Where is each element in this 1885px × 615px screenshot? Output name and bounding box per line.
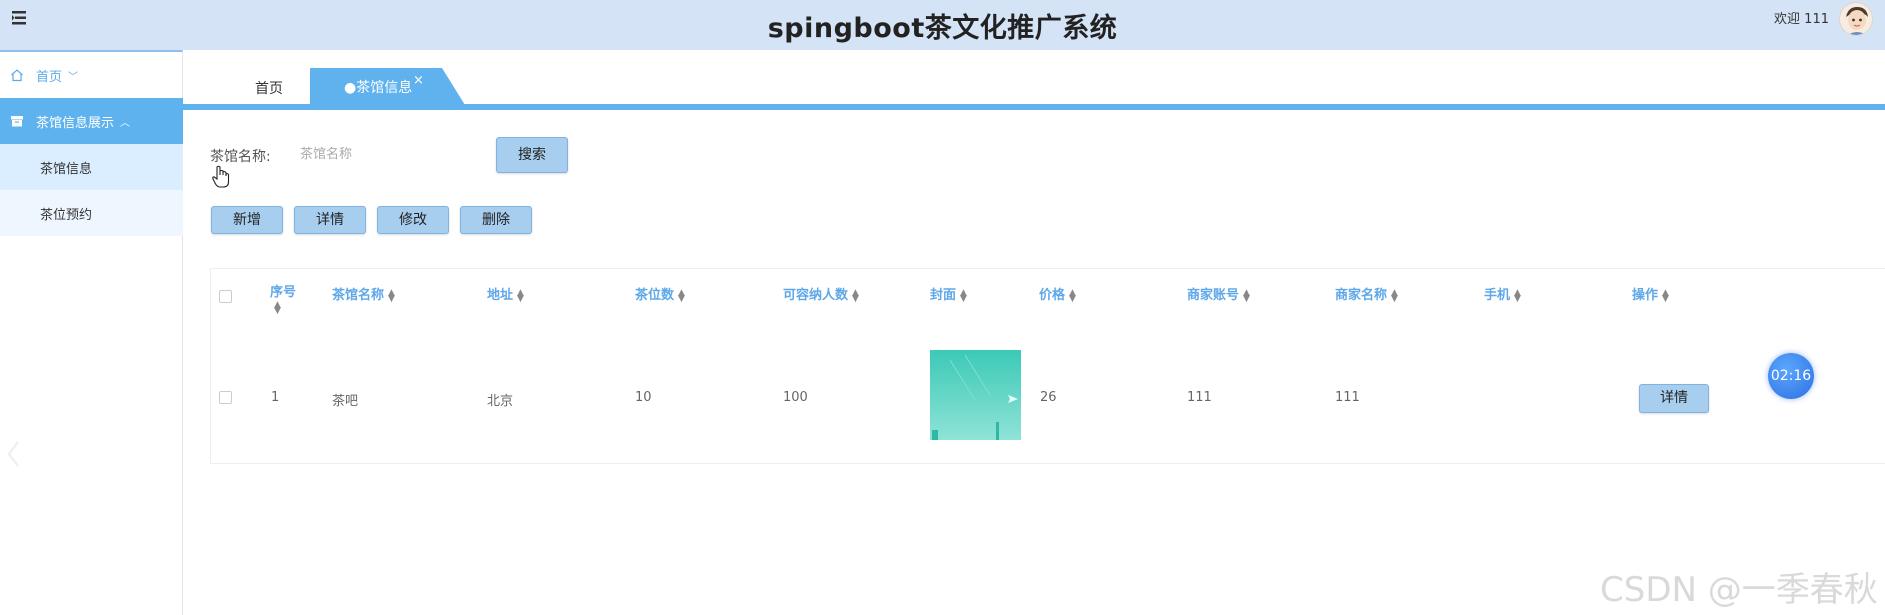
sidebar-item-label: 茶位预约 bbox=[40, 207, 93, 223]
column-header-price[interactable]: 价格 ▲ ▼ bbox=[1039, 284, 1076, 303]
sort-icon[interactable]: ▲ ▼ bbox=[1514, 288, 1521, 303]
column-header-cover[interactable]: 封面 ▲ ▼ bbox=[930, 284, 967, 303]
avatar[interactable] bbox=[1839, 2, 1873, 36]
column-header-merchant-name[interactable]: 商家名称 ▲ ▼ bbox=[1335, 284, 1398, 303]
select-all-checkbox[interactable] bbox=[219, 290, 232, 303]
cell-address: 北京 bbox=[487, 394, 514, 409]
cell-merchant-account: 111 bbox=[1187, 390, 1212, 405]
edit-button[interactable]: 修改 bbox=[377, 206, 449, 234]
column-header-index[interactable]: 序号 ▲ ▼ bbox=[270, 281, 296, 315]
tab-label: ●茶馆信息 bbox=[344, 80, 413, 96]
sort-icon[interactable]: ▲ ▼ bbox=[274, 300, 281, 315]
cell-merchant-name: 111 bbox=[1335, 390, 1360, 405]
sidebar-item-seat-booking[interactable]: 茶位预约 bbox=[0, 190, 183, 236]
column-header-seats[interactable]: 茶位数 ▲ ▼ bbox=[635, 284, 685, 303]
archive-icon bbox=[11, 116, 23, 127]
search-input[interactable] bbox=[292, 140, 482, 168]
sort-icon[interactable]: ▲ ▼ bbox=[1662, 288, 1669, 303]
add-button[interactable]: 新增 bbox=[211, 206, 283, 234]
watermark: CSDN @一季春秋 bbox=[1600, 570, 1878, 610]
delete-button[interactable]: 删除 bbox=[460, 206, 532, 234]
top-bar: spingboot茶文化推广系统 欢迎 111 bbox=[0, 0, 1885, 50]
column-header-name[interactable]: 茶馆名称 ▲ ▼ bbox=[332, 284, 395, 303]
column-header-action[interactable]: 操作 ▲ ▼ bbox=[1632, 284, 1669, 303]
sidebar-item-home[interactable]: 首页 ﹀ bbox=[0, 52, 183, 98]
tab-teahouse-info[interactable]: ●茶馆信息 × bbox=[310, 68, 465, 105]
close-icon[interactable]: × bbox=[413, 73, 424, 88]
sort-icon[interactable]: ▲ ▼ bbox=[388, 288, 395, 303]
sort-icon[interactable]: ▲ ▼ bbox=[517, 288, 524, 303]
tab-home[interactable]: 首页 bbox=[255, 78, 283, 98]
sidebar-group-teahouse[interactable]: 茶馆信息展示 ︿ bbox=[0, 98, 183, 144]
sort-icon[interactable]: ▲ ▼ bbox=[678, 288, 685, 303]
sort-icon[interactable]: ▲ ▼ bbox=[852, 288, 859, 303]
cell-seats: 10 bbox=[635, 390, 652, 405]
timer-badge[interactable]: 02:16 bbox=[1768, 353, 1814, 399]
column-header-merchant-account[interactable]: 商家账号 ▲ ▼ bbox=[1187, 284, 1250, 303]
search-label: 茶馆名称: bbox=[210, 149, 271, 165]
column-header-address[interactable]: 地址 ▲ ▼ bbox=[487, 284, 524, 303]
row-checkbox[interactable] bbox=[219, 391, 232, 404]
page-title: spingboot茶文化推广系统 bbox=[767, 13, 1118, 44]
sidebar-group-label: 茶馆信息展示 bbox=[36, 115, 115, 131]
sort-icon[interactable]: ▲ ▼ bbox=[960, 288, 967, 303]
cell-price: 26 bbox=[1040, 390, 1057, 405]
row-detail-button[interactable]: 详情 bbox=[1639, 384, 1709, 413]
sort-icon[interactable]: ▲ ▼ bbox=[1391, 288, 1398, 303]
cover-image[interactable] bbox=[930, 350, 1021, 440]
cell-capacity: 100 bbox=[783, 390, 808, 405]
hand-cursor-icon bbox=[212, 165, 230, 188]
sort-icon[interactable]: ▲ ▼ bbox=[1069, 288, 1076, 303]
column-header-phone[interactable]: 手机 ▲ ▼ bbox=[1484, 284, 1521, 303]
chevron-down-icon: ﹀ bbox=[68, 71, 79, 83]
sidebar-item-teahouse-info[interactable]: 茶馆信息 bbox=[0, 144, 183, 190]
sidebar-item-label: 首页 bbox=[36, 69, 63, 85]
chevron-left-icon[interactable] bbox=[6, 440, 20, 468]
tab-underline bbox=[183, 104, 1885, 110]
chevron-up-icon: ︿ bbox=[120, 117, 131, 129]
search-button[interactable]: 搜索 bbox=[496, 137, 568, 173]
cell-index: 1 bbox=[271, 390, 280, 405]
column-header-capacity[interactable]: 可容纳人数 ▲ ▼ bbox=[783, 284, 859, 303]
sidebar-item-label: 茶馆信息 bbox=[40, 161, 93, 177]
sidebar: 首页 ﹀ 茶馆信息展示 ︿ 茶馆信息 茶位预约 bbox=[0, 50, 183, 615]
welcome-text: 欢迎 111 bbox=[1774, 12, 1829, 27]
home-icon bbox=[11, 69, 23, 82]
detail-button[interactable]: 详情 bbox=[294, 206, 366, 234]
sort-icon[interactable]: ▲ ▼ bbox=[1243, 288, 1250, 303]
cell-name: 茶吧 bbox=[332, 394, 359, 409]
